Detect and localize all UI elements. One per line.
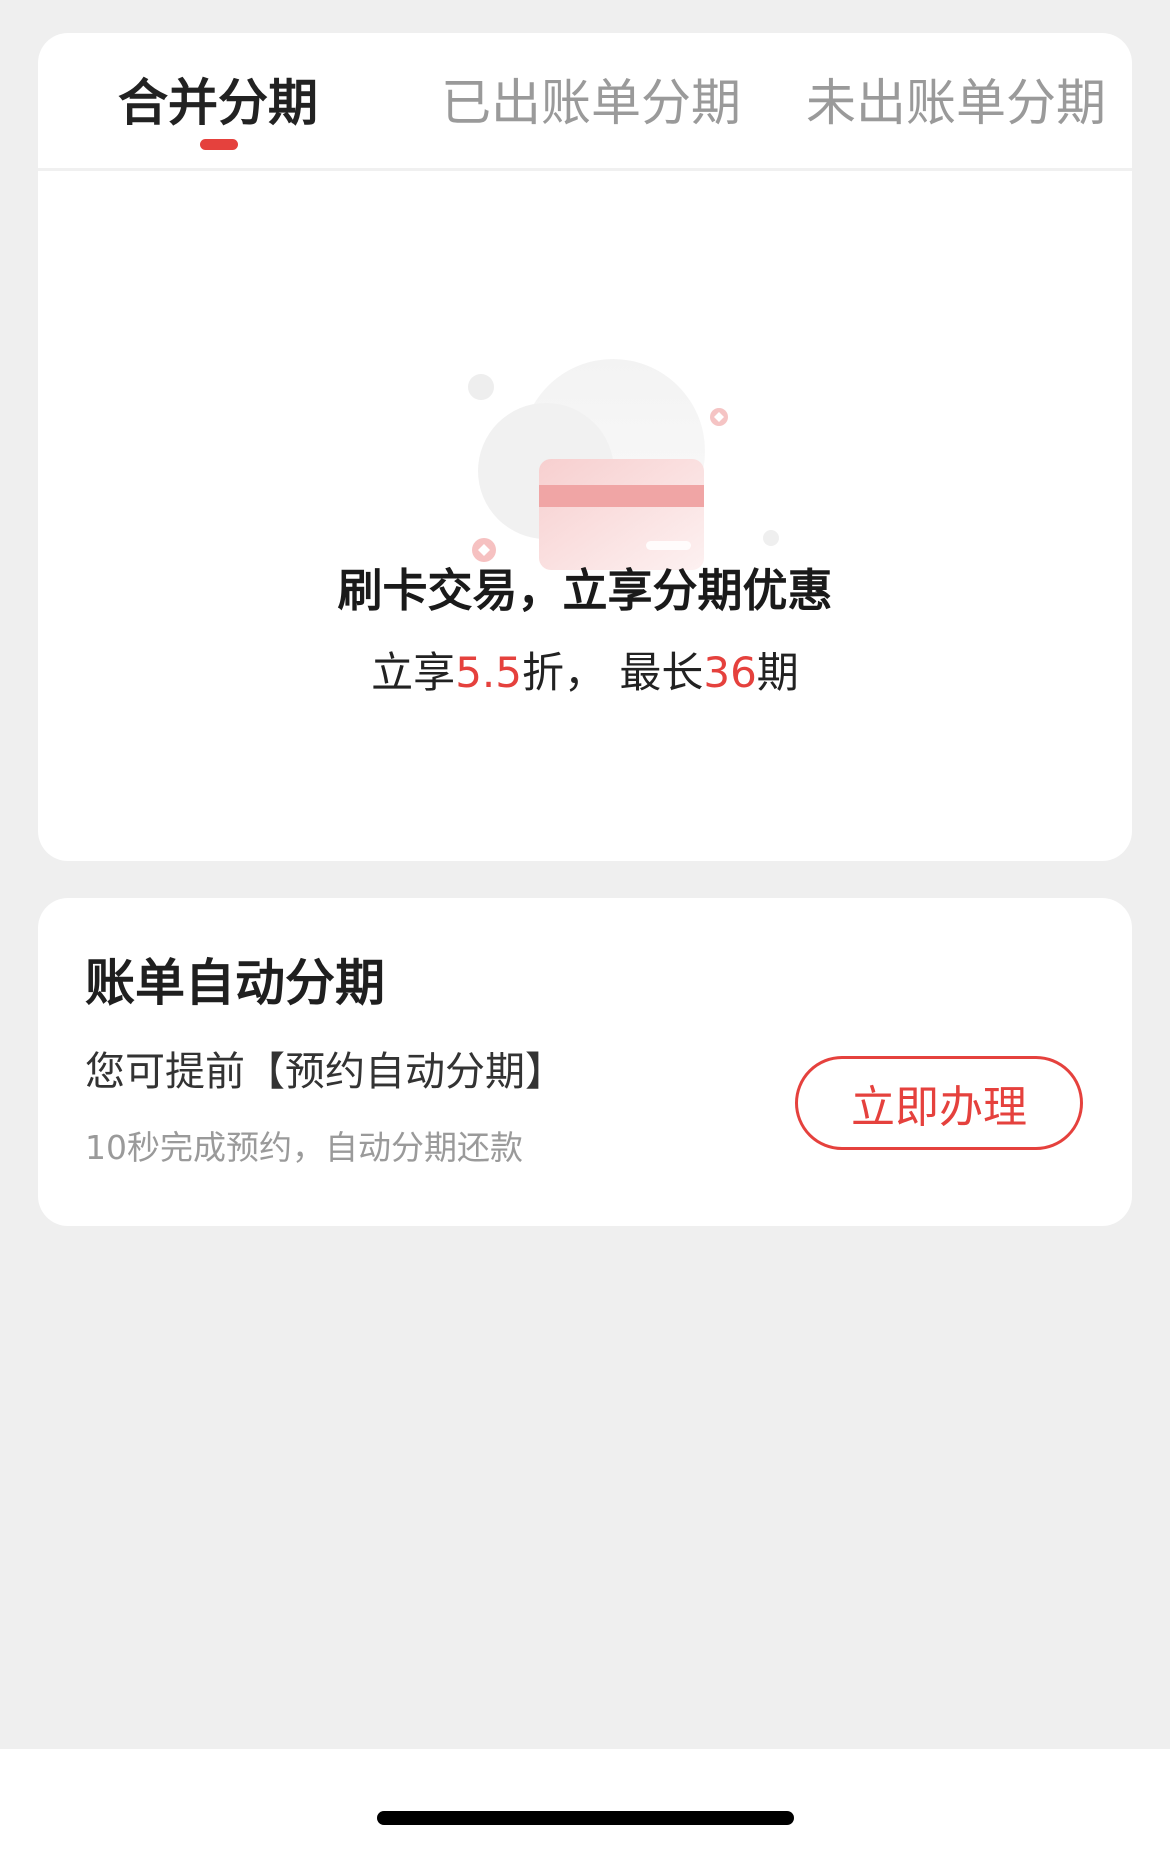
discount-value: 5.5 bbox=[455, 648, 522, 697]
promo-sub-middle: 折， 最长 bbox=[521, 648, 704, 697]
active-tab-indicator bbox=[200, 139, 238, 150]
installment-card: 合并分期 已出账单分期 未出账单分期 刷卡交易，立享分期优惠 立享5.5折， 最… bbox=[38, 33, 1132, 861]
credit-card-illustration-icon bbox=[424, 323, 784, 583]
tab-billed-installment[interactable]: 已出账单分期 bbox=[441, 71, 741, 135]
installment-tabs: 合并分期 已出账单分期 未出账单分期 bbox=[38, 33, 1132, 171]
promo-title: 刷卡交易，立享分期优惠 bbox=[337, 564, 833, 617]
tab-unbilled-installment[interactable]: 未出账单分期 bbox=[806, 71, 1106, 135]
promo-sub-prefix: 立享 bbox=[371, 648, 456, 697]
home-indicator[interactable] bbox=[377, 1811, 794, 1825]
auto-installment-description: 您可提前【预约自动分期】 bbox=[85, 1049, 565, 1095]
max-periods-value: 36 bbox=[703, 648, 757, 697]
promo-sub-suffix: 期 bbox=[756, 648, 799, 697]
auto-installment-card: 账单自动分期 您可提前【预约自动分期】 10秒完成预约，自动分期还款 立即办理 bbox=[38, 898, 1132, 1226]
apply-now-button[interactable]: 立即办理 bbox=[795, 1056, 1083, 1150]
auto-installment-note: 10秒完成预约，自动分期还款 bbox=[85, 1128, 523, 1167]
promo-subtitle: 立享5.5折， 最长36期 bbox=[38, 645, 1132, 701]
bottom-safe-area bbox=[0, 1749, 1170, 1849]
auto-installment-title: 账单自动分期 bbox=[85, 954, 385, 1012]
tab-merged-installment[interactable]: 合并分期 bbox=[118, 71, 318, 135]
